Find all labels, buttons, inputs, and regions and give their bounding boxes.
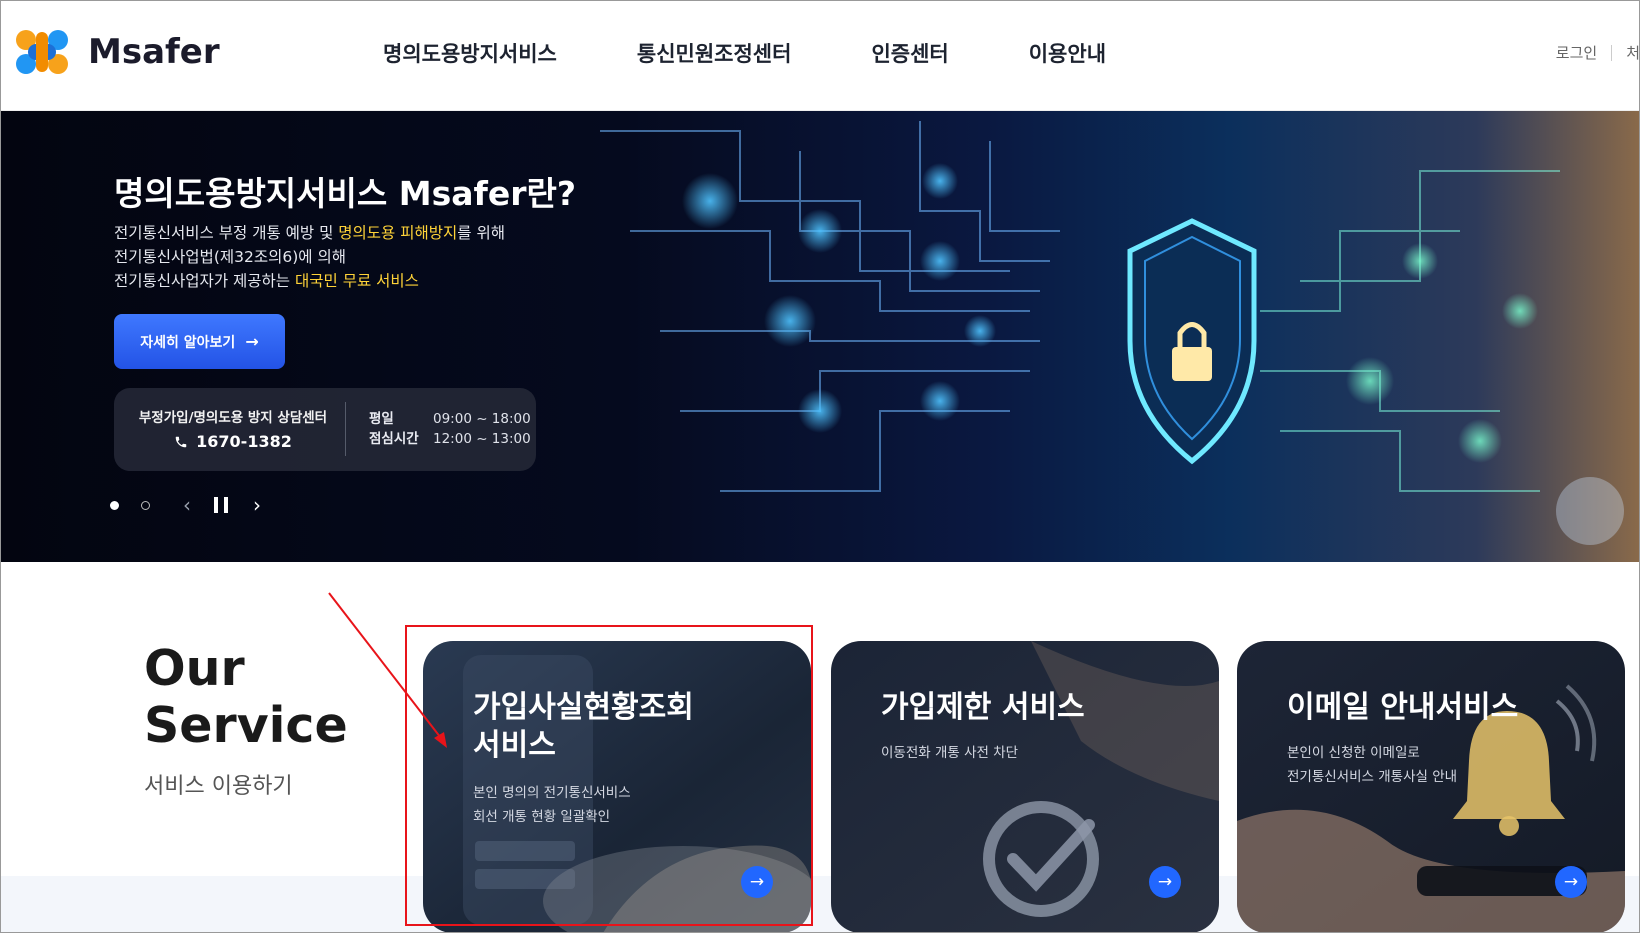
main-nav: 명의도용방지서비스 통신민원조정센터 인증센터 이용안내	[383, 38, 1186, 68]
card-desc-line: 회선 개통 현황 일괄확인	[473, 809, 611, 825]
card-description: 본인이 신청한 이메일로 전기통신서비스 개통사실 안내	[1287, 741, 1457, 789]
hero-desc-line: 전기통신사업법(제32조의6)에 의해	[114, 248, 346, 266]
card-desc-line: 본인이 신청한 이메일로	[1287, 745, 1420, 761]
service-card-email-notification[interactable]: 이메일 안내서비스 본인이 신청한 이메일로 전기통신서비스 개통사실 안내 →	[1237, 641, 1625, 933]
arrow-right-icon[interactable]: →	[1149, 866, 1181, 898]
card-title: 이메일 안내서비스	[1287, 689, 1518, 727]
hours-value: 09:00 ~ 18:00	[433, 411, 531, 427]
slide-dot-2[interactable]	[141, 500, 150, 510]
consultation-phone: 1670-1382	[134, 432, 332, 451]
arrow-right-icon: →	[245, 332, 259, 351]
hero-title: 명의도용방지서비스 Msafer란?	[114, 174, 576, 213]
nav-telecom-mediation[interactable]: 통신민원조정센터	[637, 38, 792, 68]
card-title: 가입제한 서비스	[881, 689, 1085, 727]
consultation-center-box: 부정가입/명의도용 방지 상담센터 1670-1382 평일 09:00 ~ 18…	[114, 388, 536, 471]
our-service-title-line: Our	[144, 640, 245, 697]
nav-usage-guide[interactable]: 이용안내	[1029, 38, 1106, 68]
hero-desc-text: 전기통신사업자가 제공하는	[114, 272, 295, 290]
hours-label: 점심시간	[369, 431, 419, 447]
business-hours: 평일 09:00 ~ 18:00 점심시간 12:00 ~ 13:00	[369, 409, 531, 449]
card-desc-line: 전기통신서비스 개통사실 안내	[1287, 769, 1458, 785]
card-desc-line: 본인 명의의 전기통신서비스	[473, 785, 631, 801]
service-card-subscription-inquiry[interactable]: 가입사실현황조회 서비스 본인 명의의 전기통신서비스 회선 개통 현황 일괄확…	[423, 641, 811, 933]
util-menu: 로그인 처	[1556, 42, 1640, 63]
card-title-line: 이메일 안내서비스	[1287, 690, 1519, 725]
card-title-line: 가입제한 서비스	[881, 690, 1085, 725]
hero-desc-text: 전기통신서비스 부정 개통 예방 및	[114, 224, 339, 242]
logo[interactable]: Msafer	[6, 24, 220, 80]
learn-more-label: 자세히 알아보기	[140, 334, 236, 351]
util-link-truncated[interactable]: 처	[1626, 42, 1640, 63]
nav-certification-center[interactable]: 인증센터	[871, 38, 948, 68]
arrow-right-icon[interactable]: →	[1555, 866, 1587, 898]
hero-desc-text: 를 위해	[457, 224, 506, 242]
our-service-title: Our Service	[144, 640, 348, 754]
security-shield-illustration	[600, 121, 1624, 545]
pause-icon[interactable]	[214, 497, 228, 513]
slide-dot-1[interactable]	[110, 500, 119, 510]
chevron-right-icon[interactable]: ›	[250, 493, 264, 517]
hours-value: 12:00 ~ 13:00	[433, 431, 531, 447]
phone-icon	[175, 436, 187, 447]
consultation-title: 부정가입/명의도용 방지 상담센터	[138, 410, 328, 426]
msafer-logo-icon	[16, 30, 68, 74]
slider-controls: ‹ ›	[110, 493, 284, 517]
logo-text: Msafer	[88, 32, 220, 72]
hero-description: 전기통신서비스 부정 개통 예방 및 명의도용 피해방지를 위해 전기통신사업법…	[114, 221, 505, 293]
service-card-subscription-restriction[interactable]: 가입제한 서비스 이동전화 개통 사전 차단 →	[831, 641, 1219, 933]
card-title-line: 서비스	[473, 728, 556, 763]
card-desc-line: 이동전화 개통 사전 차단	[881, 745, 1019, 761]
nav-identity-theft-prevention[interactable]: 명의도용방지서비스	[383, 38, 557, 68]
arrow-right-icon[interactable]: →	[741, 866, 773, 898]
consultation-divider	[345, 402, 346, 456]
learn-more-button[interactable]: 자세히 알아보기 →	[114, 314, 285, 369]
our-service-subtitle: 서비스 이용하기	[144, 774, 293, 799]
card-title: 가입사실현황조회 서비스	[473, 689, 694, 765]
hero-banner: 명의도용방지서비스 Msafer란? 전기통신서비스 부정 개통 예방 및 명의…	[0, 111, 1640, 562]
phone-number: 1670-1382	[196, 432, 292, 451]
site-header: Msafer 명의도용방지서비스 통신민원조정센터 인증센터 이용안내 로그인 …	[0, 0, 1640, 111]
our-service-title-line: Service	[144, 697, 348, 754]
card-description: 이동전화 개통 사전 차단	[881, 741, 1018, 765]
hours-label: 평일	[369, 411, 394, 427]
hero-highlight: 명의도용 피해방지	[338, 224, 458, 242]
util-divider	[1611, 44, 1613, 61]
card-title-line: 가입사실현황조회	[473, 690, 694, 725]
hero-highlight: 대국민 무료 서비스	[294, 272, 419, 290]
card-description: 본인 명의의 전기통신서비스 회선 개통 현황 일괄확인	[473, 781, 631, 829]
chevron-left-icon[interactable]: ‹	[180, 493, 194, 517]
login-link[interactable]: 로그인	[1556, 42, 1597, 63]
